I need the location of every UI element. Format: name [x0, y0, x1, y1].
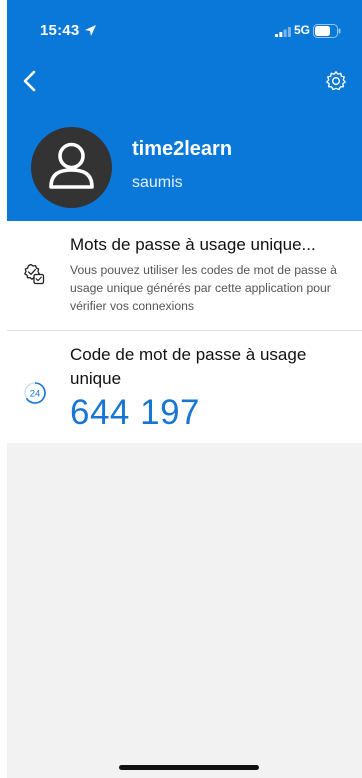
avatar — [31, 127, 112, 208]
account-name: time2learn — [132, 138, 233, 160]
person-icon — [49, 142, 94, 189]
otp-info-description: Vous pouvez utiliser les codes de mot de… — [70, 263, 337, 313]
otp-info-card[interactable]: Mots de passe à usage unique... Vous pou… — [7, 221, 362, 331]
otp-info-title: Mots de passe à usage unique... — [70, 235, 316, 254]
app-screen: 15:43 5G time2learn saumis Mots de passe… — [7, 0, 362, 778]
gear-icon[interactable] — [325, 70, 347, 92]
otp-code-value[interactable]: 644 197 — [70, 393, 200, 433]
home-indicator[interactable] — [119, 765, 259, 770]
countdown-timer-icon: 24 — [24, 382, 46, 404]
account-username: saumis — [132, 174, 183, 191]
network-type: 5G — [294, 23, 311, 37]
chevron-left-icon[interactable] — [19, 70, 41, 92]
timer-seconds: 24 — [30, 389, 41, 400]
verified-badge-icon — [24, 263, 45, 285]
signal-icon — [275, 27, 291, 37]
otp-code-title: Code de mot de passe à usage unique — [70, 345, 307, 388]
location-arrow-icon — [85, 25, 96, 36]
battery-icon — [313, 24, 341, 38]
account-header: 15:43 5G time2learn saumis — [7, 0, 362, 221]
otp-code-card[interactable]: 24 Code de mot de passe à usage unique 6… — [7, 331, 362, 443]
status-bar: 15:43 5G — [7, 0, 362, 52]
status-time: 15:43 — [40, 22, 80, 39]
